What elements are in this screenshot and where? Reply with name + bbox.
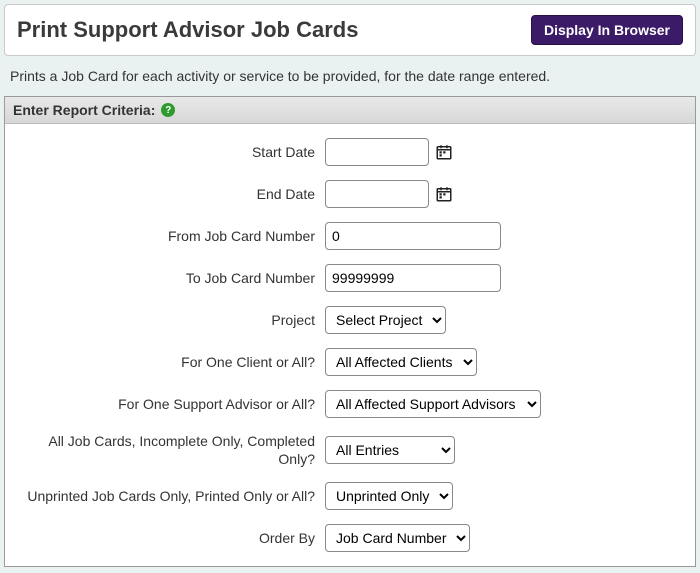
end-date-label: End Date — [15, 185, 325, 203]
printed-select[interactable]: Unprinted Only — [325, 482, 453, 510]
to-job-card-number-input[interactable] — [325, 264, 501, 292]
from-no-label: From Job Card Number — [15, 227, 325, 245]
start-date-input[interactable] — [325, 138, 429, 166]
row-to-no: To Job Card Number — [15, 264, 685, 292]
from-job-card-number-input[interactable] — [325, 222, 501, 250]
title-bar: Print Support Advisor Job Cards Display … — [4, 4, 696, 56]
display-in-browser-button[interactable]: Display In Browser — [531, 15, 683, 45]
row-from-no: From Job Card Number — [15, 222, 685, 250]
to-no-label: To Job Card Number — [15, 269, 325, 287]
completion-label: All Job Cards, Incomplete Only, Complete… — [15, 432, 325, 468]
criteria-panel: Enter Report Criteria: ? Start Date End … — [4, 96, 696, 567]
client-label: For One Client or All? — [15, 353, 325, 371]
order-by-label: Order By — [15, 529, 325, 547]
calendar-icon[interactable] — [435, 143, 453, 161]
row-client: For One Client or All? All Affected Clie… — [15, 348, 685, 376]
printed-label: Unprinted Job Cards Only, Printed Only o… — [15, 487, 325, 505]
project-select[interactable]: Select Project — [325, 306, 446, 334]
order-by-select[interactable]: Job Card Number — [325, 524, 470, 552]
advisor-label: For One Support Advisor or All? — [15, 395, 325, 413]
criteria-panel-title: Enter Report Criteria: — [13, 102, 155, 118]
page-title: Print Support Advisor Job Cards — [17, 17, 358, 43]
completion-select[interactable]: All Entries — [325, 436, 455, 464]
advisor-select[interactable]: All Affected Support Advisors — [325, 390, 541, 418]
criteria-panel-header: Enter Report Criteria: ? — [5, 97, 695, 124]
page-description: Prints a Job Card for each activity or s… — [0, 64, 700, 96]
client-select[interactable]: All Affected Clients — [325, 348, 477, 376]
row-printed: Unprinted Job Cards Only, Printed Only o… — [15, 482, 685, 510]
start-date-label: Start Date — [15, 143, 325, 161]
criteria-form: Start Date End Date From Job Card Number… — [5, 124, 695, 566]
calendar-icon[interactable] — [435, 185, 453, 203]
row-order-by: Order By Job Card Number — [15, 524, 685, 552]
row-advisor: For One Support Advisor or All? All Affe… — [15, 390, 685, 418]
project-label: Project — [15, 311, 325, 329]
row-start-date: Start Date — [15, 138, 685, 166]
end-date-input[interactable] — [325, 180, 429, 208]
help-icon[interactable]: ? — [161, 103, 175, 117]
row-project: Project Select Project — [15, 306, 685, 334]
row-end-date: End Date — [15, 180, 685, 208]
row-completion: All Job Cards, Incomplete Only, Complete… — [15, 432, 685, 468]
